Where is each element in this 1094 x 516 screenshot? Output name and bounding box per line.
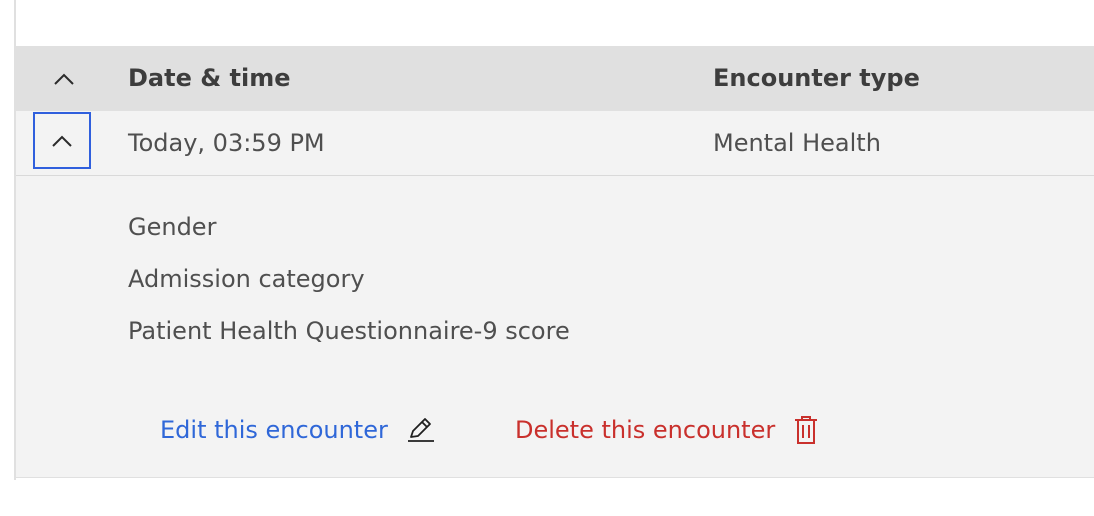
- encounters-table: Date & time Encounter type Today, 03:59 …: [16, 46, 1094, 477]
- chevron-up-icon: [53, 72, 75, 86]
- trash-icon: [793, 415, 819, 445]
- pencil-icon: [406, 416, 436, 444]
- column-header-date[interactable]: Date & time: [128, 46, 291, 111]
- expanded-row-content: Gender Admission category Patient Health…: [16, 176, 1094, 477]
- table-header: Date & time Encounter type: [16, 46, 1094, 111]
- edit-encounter-label: Edit this encounter: [160, 416, 388, 444]
- detail-admission-category: Admission category: [128, 265, 365, 293]
- table-row: Today, 03:59 PM Mental Health: [16, 111, 1094, 176]
- chevron-up-icon: [51, 134, 73, 148]
- detail-gender: Gender: [128, 213, 217, 241]
- expand-all-toggle[interactable]: [34, 56, 94, 101]
- cell-date: Today, 03:59 PM: [128, 129, 325, 157]
- cell-encounter-type: Mental Health: [713, 129, 881, 157]
- delete-encounter-label: Delete this encounter: [515, 416, 776, 444]
- row-expand-toggle[interactable]: [33, 112, 91, 169]
- detail-phq9-score: Patient Health Questionnaire-9 score: [128, 317, 570, 345]
- delete-encounter-button[interactable]: Delete this encounter: [515, 413, 819, 447]
- column-header-encounter-type[interactable]: Encounter type: [713, 46, 920, 111]
- edit-encounter-button[interactable]: Edit this encounter: [160, 413, 436, 447]
